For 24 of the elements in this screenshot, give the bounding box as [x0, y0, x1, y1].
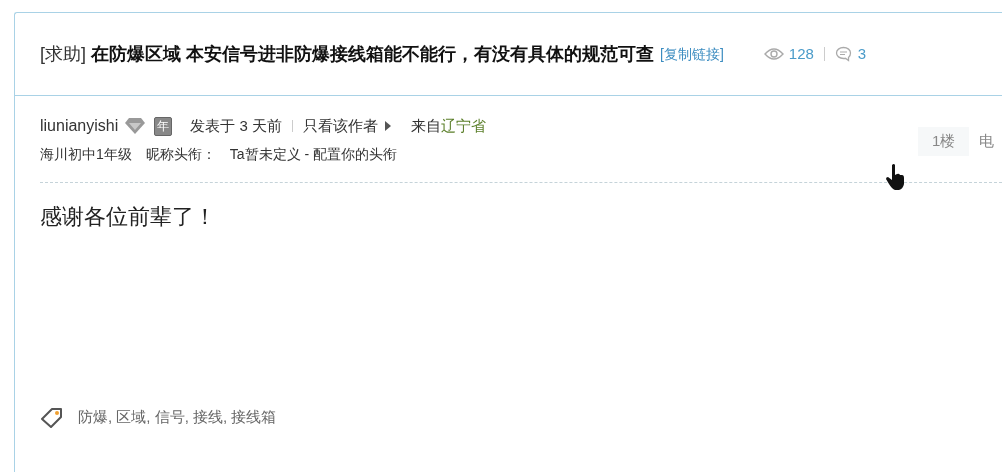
caret-icon — [384, 121, 391, 131]
view-count: 128 — [788, 43, 814, 64]
location: 辽宁省 — [440, 115, 486, 136]
reply-count: 3 — [857, 43, 867, 64]
hand-cursor-icon — [885, 163, 907, 191]
eye-icon — [763, 47, 784, 61]
comment-icon — [834, 46, 852, 62]
nick-title-label: 昵称头衔： — [145, 145, 216, 164]
year-badge: 年 — [154, 116, 173, 136]
nick-title-link[interactable]: Ta暂未定义 - 配置你的头衔 — [229, 144, 398, 165]
author-name[interactable]: liunianyishi — [40, 114, 119, 138]
tag-list[interactable]: 防爆, 区域, 信号, 接线, 接线箱 — [78, 406, 277, 429]
post-time: 发表于 3 天前 — [190, 115, 282, 136]
tag-icon — [40, 406, 64, 429]
thread-category: [求助] — [40, 42, 86, 66]
thread-title: 在防爆区域 本安信号进非防爆接线箱能不能行，有没有具体的规范可查 — [91, 42, 655, 66]
floor-number: 1楼 — [918, 127, 970, 156]
copy-link[interactable]: [复制链接] — [660, 43, 724, 65]
post-body: 感谢各位前辈了！ — [40, 203, 217, 231]
only-author-link[interactable]: 只看该作者 — [302, 114, 378, 138]
diamond-icon — [124, 117, 147, 135]
from-label: 来自 — [410, 115, 441, 136]
user-rank: 海川初中1年级 — [40, 145, 132, 164]
floor-info: 电 — [979, 131, 995, 152]
